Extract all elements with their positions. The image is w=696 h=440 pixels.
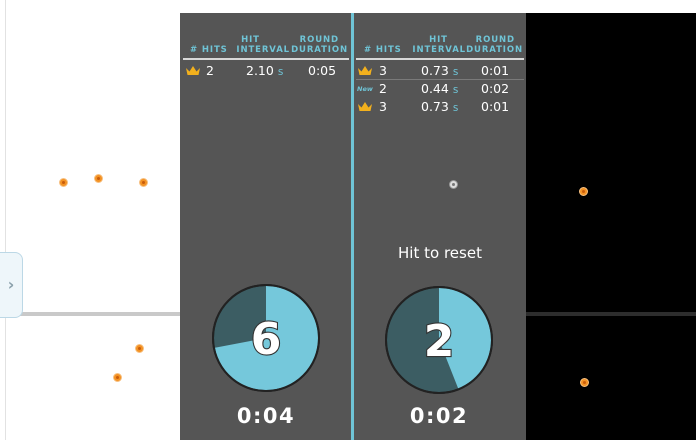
col-header-duration-line1: ROUND <box>475 35 515 45</box>
row-duration: 0:05 <box>308 63 337 78</box>
round-timer-b: 0:02 <box>409 404 469 428</box>
col-header-interval-line2: INTERVAL <box>412 45 466 55</box>
countdown-pie-a: 6 <box>212 284 320 392</box>
col-header-interval-line2: INTERVAL <box>236 45 290 55</box>
col-header-hits: # HITS <box>190 45 228 55</box>
col-header-hits: # HITS <box>364 45 402 55</box>
target-dot[interactable] <box>135 344 144 353</box>
target-dot[interactable] <box>580 378 589 387</box>
target-dot[interactable] <box>113 373 122 382</box>
row-interval: 0.44 s <box>421 81 459 96</box>
right-practice-area[interactable] <box>526 13 696 440</box>
left-practice-area[interactable] <box>0 0 180 440</box>
pie-count: 6 <box>251 314 282 365</box>
round-timer-a: 0:04 <box>236 404 296 428</box>
reset-target-dot[interactable] <box>449 180 458 189</box>
row-rule <box>356 79 524 80</box>
target-dot[interactable] <box>139 178 148 187</box>
col-header-duration-line1: ROUND <box>299 35 339 45</box>
row-duration: 0:02 <box>481 81 510 96</box>
row-interval: 0.73 s <box>421 63 459 78</box>
new-badge: New <box>357 85 373 93</box>
row-interval: 0.73 s <box>421 99 459 114</box>
row-hits: 2 <box>379 81 387 96</box>
col-header-duration-line2: DURATION <box>291 45 348 55</box>
crown-icon <box>186 66 200 75</box>
target-dot[interactable] <box>579 187 588 196</box>
expand-panel-tab[interactable]: › <box>0 252 23 318</box>
row-duration: 0:01 <box>481 99 510 114</box>
header-rule <box>183 58 349 60</box>
row-duration: 0:01 <box>481 63 510 78</box>
col-header-interval-line1: HIT <box>241 35 260 45</box>
left-border <box>5 0 6 440</box>
row-hits: 3 <box>379 99 387 114</box>
target-dot[interactable] <box>94 174 103 183</box>
crown-icon <box>358 102 372 111</box>
header-rule <box>356 58 524 60</box>
col-header-interval-line1: HIT <box>429 35 448 45</box>
row-hits: 2 <box>206 63 214 78</box>
left-split-divider <box>0 312 180 316</box>
pie-count: 2 <box>424 316 455 367</box>
reset-prompt: Hit to reset <box>398 244 482 262</box>
row-hits: 3 <box>379 63 387 78</box>
row-interval: 2.10 s <box>246 63 284 78</box>
countdown-pie-b: 2 <box>385 286 493 394</box>
right-split-divider <box>526 312 696 316</box>
crown-icon <box>358 66 372 75</box>
col-header-duration-line2: DURATION <box>466 45 523 55</box>
target-dot[interactable] <box>59 178 68 187</box>
chevron-right-icon: › <box>7 275 15 294</box>
